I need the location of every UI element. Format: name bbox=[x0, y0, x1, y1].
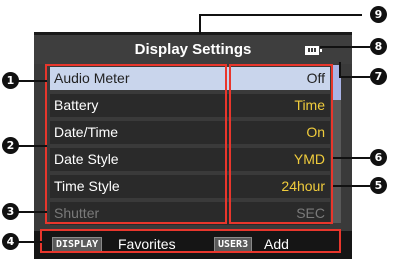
callout-badge-9: 9 bbox=[370, 6, 387, 23]
callout-badge-6: 6 bbox=[370, 149, 387, 166]
callout-badge-7: 7 bbox=[370, 68, 387, 85]
callout-badge-8: 8 bbox=[370, 38, 387, 55]
leader-line bbox=[333, 185, 370, 187]
leader-line bbox=[333, 157, 370, 159]
menu-scrollbar[interactable] bbox=[333, 65, 341, 223]
leader-line bbox=[339, 62, 341, 78]
leader-line bbox=[16, 145, 47, 147]
leader-line bbox=[199, 14, 201, 34]
callout-frame-button-guide bbox=[40, 229, 341, 253]
leader-line bbox=[16, 80, 47, 82]
battery-icon bbox=[305, 46, 322, 55]
callout-frame-item-values bbox=[229, 64, 333, 224]
callout-badge-3: 3 bbox=[2, 203, 19, 220]
callout-badge-2: 2 bbox=[2, 137, 19, 154]
leader-line bbox=[16, 241, 42, 243]
title-bar: Display Settings bbox=[34, 35, 352, 64]
callout-badge-1: 1 bbox=[2, 72, 19, 89]
callout-badge-5: 5 bbox=[370, 177, 387, 194]
callout-badge-4: 4 bbox=[2, 233, 19, 250]
leader-line bbox=[340, 76, 370, 78]
leader-line bbox=[320, 46, 370, 48]
leader-line bbox=[199, 14, 362, 16]
callout-frame-item-names bbox=[45, 64, 227, 224]
leader-line bbox=[16, 211, 47, 213]
